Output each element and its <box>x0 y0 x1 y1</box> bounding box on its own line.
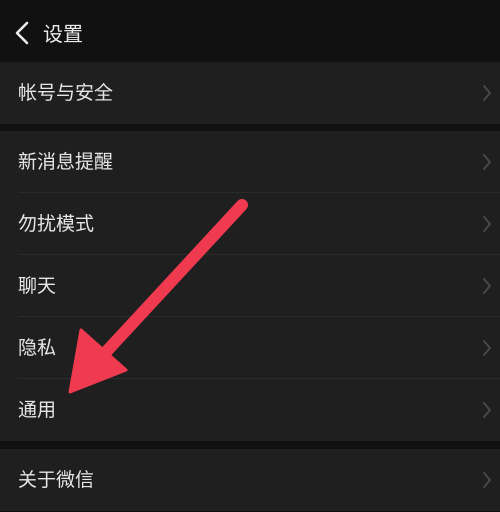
settings-group-about: 关于微信 <box>0 449 500 511</box>
chevron-right-icon <box>483 340 491 356</box>
title-bar: 设置 <box>0 0 500 62</box>
settings-item-label: 聊天 <box>18 275 57 297</box>
settings-group-account: 帐号与安全 <box>0 62 500 124</box>
settings-item-label: 关于微信 <box>18 469 95 491</box>
settings-item-notifications[interactable]: 新消息提醒 <box>0 131 500 193</box>
settings-item-privacy[interactable]: 隐私 <box>0 317 500 379</box>
chevron-left-icon[interactable] <box>12 20 34 46</box>
chevron-right-icon <box>483 472 491 488</box>
settings-item-label: 新消息提醒 <box>18 151 114 173</box>
page-title: 设置 <box>43 22 83 46</box>
chevron-right-icon <box>483 85 491 101</box>
chevron-right-icon <box>483 278 491 294</box>
chevron-right-icon <box>483 154 491 170</box>
chevron-right-icon <box>483 216 491 232</box>
settings-item-label: 隐私 <box>18 337 57 359</box>
settings-group-main: 新消息提醒 勿扰模式 聊天 隐私 通用 <box>0 131 500 441</box>
settings-item-label: 帐号与安全 <box>18 82 114 104</box>
settings-item-label: 勿扰模式 <box>18 213 95 235</box>
settings-item-do-not-disturb[interactable]: 勿扰模式 <box>0 193 500 255</box>
settings-item-label: 通用 <box>18 399 57 421</box>
chevron-right-icon <box>483 402 491 418</box>
settings-item-about-wechat[interactable]: 关于微信 <box>0 449 500 511</box>
settings-item-account-security[interactable]: 帐号与安全 <box>0 62 500 124</box>
settings-item-general[interactable]: 通用 <box>0 379 500 441</box>
settings-item-chat[interactable]: 聊天 <box>0 255 500 317</box>
